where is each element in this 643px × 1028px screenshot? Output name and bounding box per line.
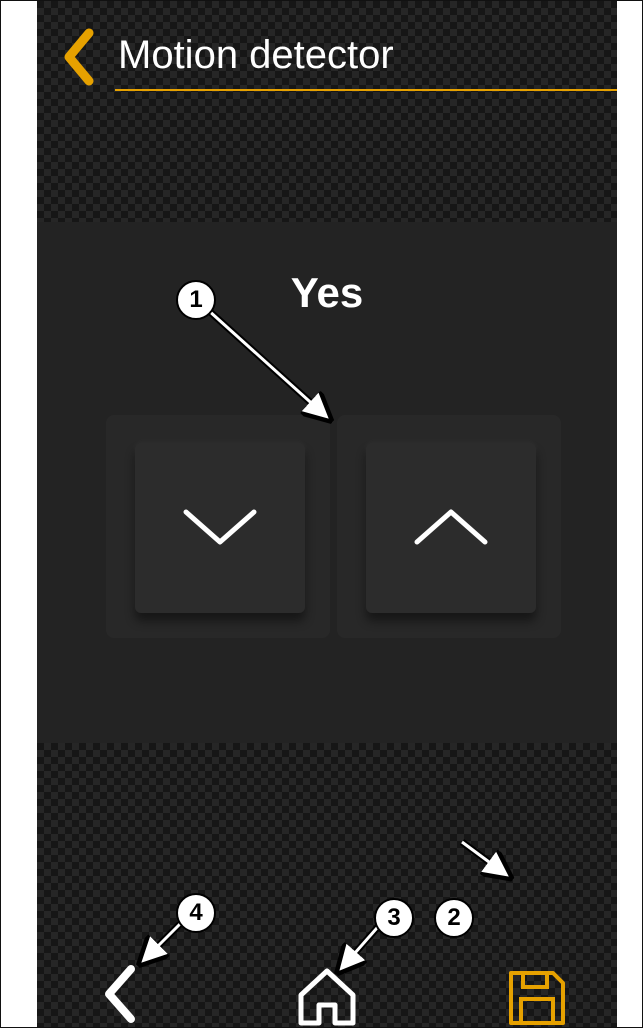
back-button[interactable]	[101, 961, 141, 1027]
setting-value: Yes	[290, 269, 364, 316]
annotation-badge-2: 2	[434, 898, 474, 938]
home-button[interactable]	[295, 965, 359, 1027]
annotation-badge-4: 4	[176, 893, 216, 933]
header-back-button[interactable]	[59, 27, 99, 87]
decrease-button[interactable]	[135, 443, 305, 613]
increase-button-frame	[337, 415, 561, 638]
device-screen: Motion detector Yes	[37, 1, 617, 1027]
increase-button[interactable]	[366, 443, 536, 613]
chevron-down-icon	[183, 509, 257, 545]
decrease-button-frame	[106, 415, 330, 638]
chevron-left-icon	[64, 28, 94, 86]
floppy-disk-icon	[509, 971, 565, 1025]
annotation-badge-3: 3	[374, 898, 414, 938]
chevron-up-icon	[414, 509, 488, 545]
page-title: Motion detector	[118, 33, 394, 77]
chevron-left-icon	[105, 965, 135, 1023]
save-button[interactable]	[507, 969, 567, 1027]
title-underline	[115, 89, 617, 91]
annotation-badge-1: 1	[176, 280, 216, 320]
home-icon	[298, 968, 356, 1026]
